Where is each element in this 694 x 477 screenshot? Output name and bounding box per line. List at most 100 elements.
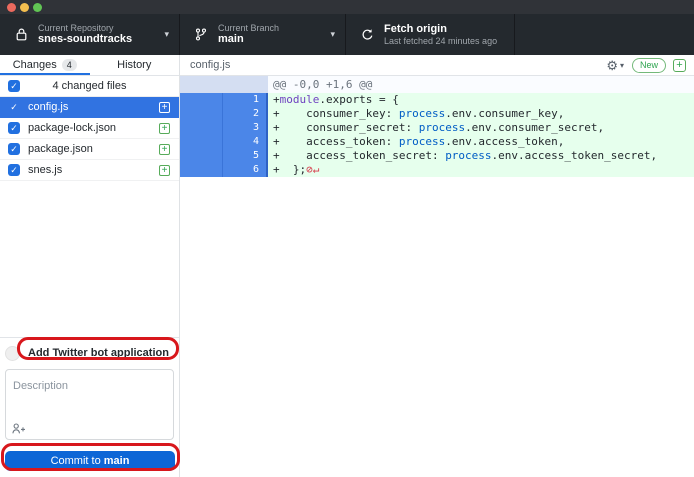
hunk-header-row: @@ -0,0 +1,6 @@ xyxy=(180,76,694,93)
titlebar xyxy=(0,0,694,14)
file-checkbox[interactable]: ✓ xyxy=(8,122,20,134)
branch-name: main xyxy=(218,33,326,46)
tab-changes-label: Changes xyxy=(13,59,57,71)
branch-info: Current Branch main xyxy=(218,23,326,46)
diff-line-added[interactable]: 2+ consumer_key: process.env.consumer_ke… xyxy=(180,107,694,121)
file-row[interactable]: ✓ snes.js+ xyxy=(0,160,179,181)
main-area: Changes 4 History ✓ 4 changed files ✓ con… xyxy=(0,55,694,477)
changed-files-count: 4 changed files xyxy=(0,80,179,92)
diff-options-button[interactable]: ⚙ ▾ xyxy=(606,59,624,72)
diff-line-text: + access_token_secret: process.env.acces… xyxy=(268,149,694,163)
new-line-number: 6 xyxy=(223,163,266,177)
diff-line-added[interactable]: 3+ consumer_secret: process.env.consumer… xyxy=(180,121,694,135)
added-status-icon: + xyxy=(159,165,170,176)
diff-line-gutter[interactable]: 2 xyxy=(180,107,268,121)
new-line-number: 3 xyxy=(223,121,266,135)
diff-line-added[interactable]: 5+ access_token_secret: process.env.acce… xyxy=(180,149,694,163)
repository-info: Current Repository snes-soundtracks xyxy=(38,23,160,46)
add-coauthor-button[interactable] xyxy=(12,423,26,434)
hunk-header-text: @@ -0,0 +1,6 @@ xyxy=(268,76,694,93)
new-line-number: 2 xyxy=(223,107,266,121)
lock-icon xyxy=(13,28,29,41)
toolbar-filler xyxy=(515,14,694,55)
file-checkbox[interactable]: ✓ xyxy=(8,143,20,155)
github-desktop-window: Current Repository snes-soundtracks ▾ Cu… xyxy=(0,0,694,477)
repository-label: Current Repository xyxy=(38,23,160,33)
changes-count-badge: 4 xyxy=(62,59,77,71)
diff-line-gutter[interactable]: 5 xyxy=(180,149,268,163)
diff-panel: config.js ⚙ ▾ New + @@ -0,0 +1,6 @@ 1+mo… xyxy=(180,55,694,477)
branch-label: Current Branch xyxy=(218,23,326,33)
changed-file-list: ✓config.js+✓package-lock.json+✓package.j… xyxy=(0,97,179,181)
old-line-number xyxy=(180,163,223,177)
file-name: package.json xyxy=(28,143,159,155)
commit-to-main-button[interactable]: Commit to main xyxy=(5,451,175,471)
added-status-icon: + xyxy=(159,144,170,155)
sidebar: Changes 4 History ✓ 4 changed files ✓ con… xyxy=(0,55,180,477)
diff-line-text: + access_token: process.env.access_token… xyxy=(268,135,694,149)
file-name: package-lock.json xyxy=(28,122,159,134)
toolbar: Current Repository snes-soundtracks ▾ Cu… xyxy=(0,14,694,55)
file-name: config.js xyxy=(28,101,159,113)
file-checkbox[interactable]: ✓ xyxy=(8,164,20,176)
diff-line-text: +module.exports = { xyxy=(268,93,694,107)
fetch-origin-button[interactable]: Fetch origin Last fetched 24 minutes ago xyxy=(346,14,515,55)
description-placeholder: Description xyxy=(13,380,68,392)
diff-line-gutter[interactable]: 3 xyxy=(180,121,268,135)
diff-line-gutter[interactable]: 4 xyxy=(180,135,268,149)
old-line-number xyxy=(180,93,223,107)
fetch-label: Fetch origin xyxy=(384,23,504,36)
diff-line-added[interactable]: 1+module.exports = { xyxy=(180,93,694,107)
expand-diff-icon[interactable]: + xyxy=(673,59,686,72)
sidebar-empty-space xyxy=(0,181,179,337)
repository-name: snes-soundtracks xyxy=(38,33,160,46)
old-line-number xyxy=(180,135,223,149)
chevron-down-icon: ▾ xyxy=(620,61,624,70)
zoom-window-button[interactable] xyxy=(33,3,42,12)
commit-description-field[interactable]: Description xyxy=(5,369,174,440)
diff-line-added[interactable]: 4+ access_token: process.env.access_toke… xyxy=(180,135,694,149)
added-status-icon: + xyxy=(159,102,170,113)
old-line-number xyxy=(180,149,223,163)
file-row[interactable]: ✓ config.js+ xyxy=(0,97,179,118)
diff-line-gutter[interactable]: 6 xyxy=(180,163,268,177)
changed-files-header: ✓ 4 changed files xyxy=(0,76,179,97)
chevron-down-icon: ▾ xyxy=(164,29,169,40)
current-repository-dropdown[interactable]: Current Repository snes-soundtracks ▾ xyxy=(0,14,180,55)
sidebar-tabbar: Changes 4 History xyxy=(0,55,179,76)
diff-line-text: + consumer_key: process.env.consumer_key… xyxy=(268,107,694,121)
minimize-window-button[interactable] xyxy=(20,3,29,12)
file-name: snes.js xyxy=(28,164,159,176)
diff-line-text: + };⊘↵ xyxy=(268,163,694,177)
tab-changes[interactable]: Changes 4 xyxy=(0,55,90,75)
diff-body: @@ -0,0 +1,6 @@ 1+module.exports = {2+ c… xyxy=(180,76,694,477)
fetch-info: Fetch origin Last fetched 24 minutes ago xyxy=(384,23,504,46)
close-window-button[interactable] xyxy=(7,3,16,12)
diff-line-added[interactable]: 6+ };⊘↵ xyxy=(180,163,694,177)
commit-area: Description Commit to main xyxy=(0,337,179,477)
new-file-badge: New xyxy=(632,58,666,73)
new-line-number: 5 xyxy=(223,149,266,163)
tab-history-label: History xyxy=(117,59,151,71)
diff-lines: 1+module.exports = {2+ consumer_key: pro… xyxy=(180,93,694,177)
git-branch-icon xyxy=(193,28,209,41)
added-status-icon: + xyxy=(159,123,170,134)
diff-file-name: config.js xyxy=(190,59,606,71)
file-checkbox[interactable]: ✓ xyxy=(8,101,20,113)
current-branch-dropdown[interactable]: Current Branch main ▾ xyxy=(180,14,346,55)
file-row[interactable]: ✓ package.json+ xyxy=(0,139,179,160)
hunk-gutter xyxy=(180,76,268,93)
commit-branch-name: main xyxy=(104,455,130,467)
commit-summary-input[interactable] xyxy=(24,344,174,362)
file-row[interactable]: ✓ package-lock.json+ xyxy=(0,118,179,139)
diff-line-gutter[interactable]: 1 xyxy=(180,93,268,107)
sync-icon xyxy=(359,28,375,41)
diff-line-text: + consumer_secret: process.env.consumer_… xyxy=(268,121,694,135)
fetch-sublabel: Last fetched 24 minutes ago xyxy=(384,36,504,46)
new-line-number: 1 xyxy=(223,93,266,107)
gear-icon: ⚙ xyxy=(606,59,618,72)
avatar xyxy=(5,346,20,361)
add-person-icon xyxy=(12,423,26,434)
old-line-number xyxy=(180,121,223,135)
tab-history[interactable]: History xyxy=(90,55,180,75)
